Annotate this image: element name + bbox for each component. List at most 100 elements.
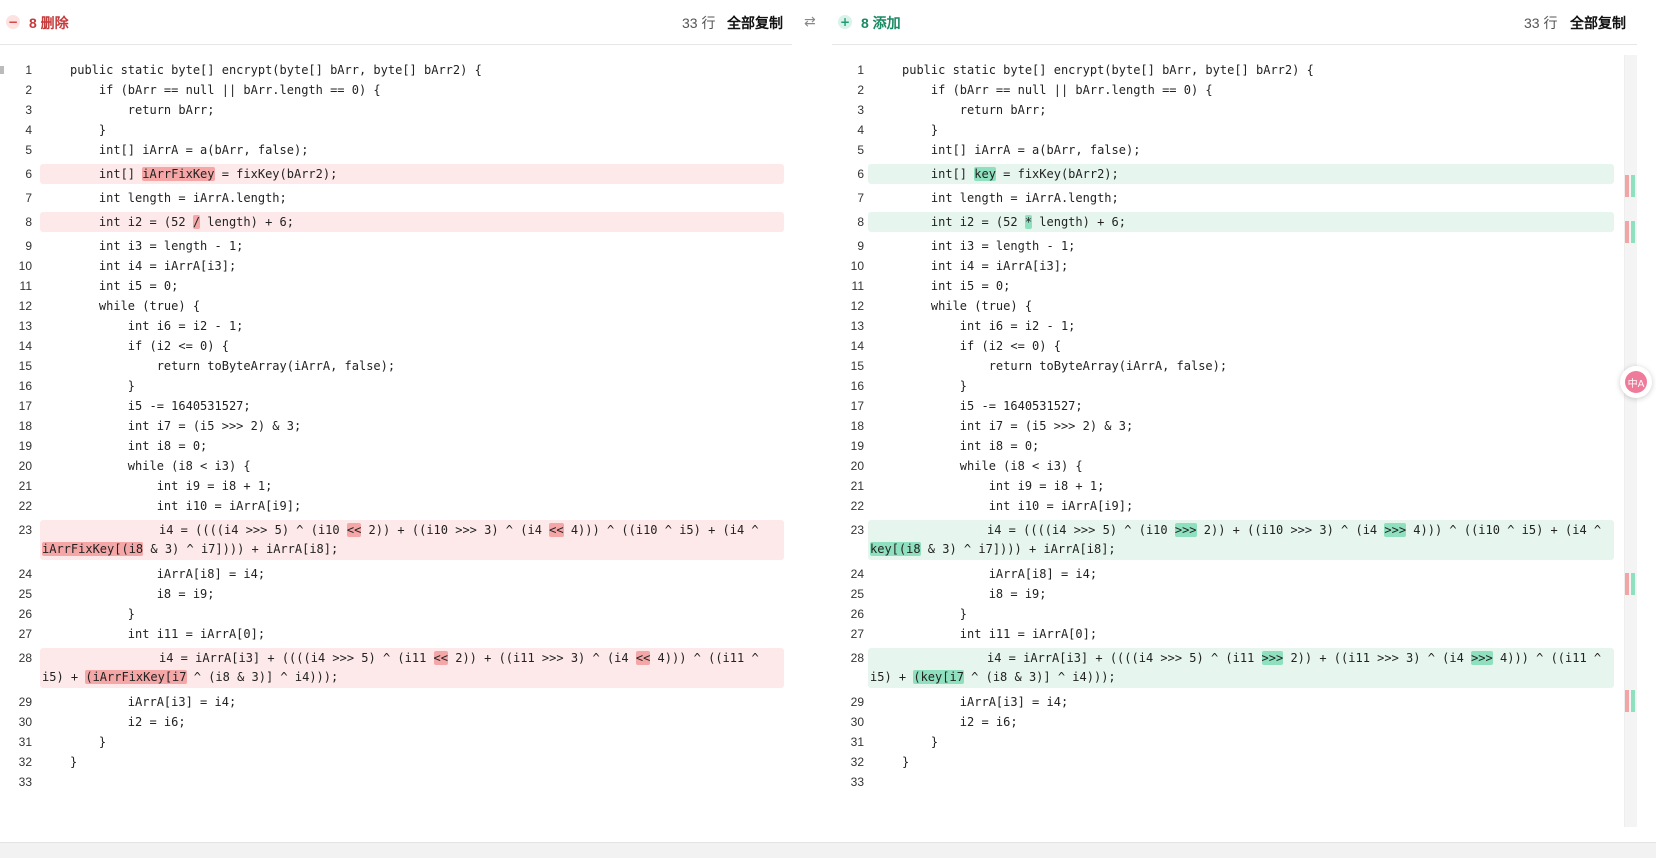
code-line: 22 int i10 = iArrA[i9];	[832, 496, 1637, 516]
code-line: 15 return toByteArray(iArrA, false);	[832, 356, 1637, 376]
translate-button[interactable]: 中A	[1620, 366, 1652, 398]
code-token: int[]	[70, 167, 143, 181]
code-text: int[] iArrFixKey = fixKey(bArr2);	[70, 164, 792, 184]
line-number: 30	[850, 715, 864, 729]
changed-token: (iArrFixKey[i7	[85, 670, 187, 684]
line-number: 22	[850, 499, 864, 513]
line-number: 20	[850, 459, 864, 473]
line-number: 2	[25, 83, 32, 97]
code-token: i4 = iArrA[i3] + ((((i4 >>> 5) ^ (i11	[987, 651, 1262, 665]
line-number: 11	[19, 279, 32, 293]
line-number: 19	[850, 439, 864, 453]
changed-line: 8 int i2 = (52 / length) + 6;	[0, 212, 792, 232]
code-text: }	[902, 123, 939, 137]
code-text: int length = iArrA.length;	[70, 191, 287, 205]
code-text: int i4 = iArrA[i3];	[902, 259, 1069, 273]
added-pane: + 8 添加 33 行 全部复制 1 public static byte[] e…	[832, 0, 1637, 842]
code-line: 20 while (i8 < i3) {	[0, 456, 792, 476]
code-line: 21 int i9 = i8 + 1;	[0, 476, 792, 496]
code-line: 31 }	[832, 732, 1637, 752]
code-text: int i8 = 0;	[902, 439, 1040, 453]
code-line: 14 if (i2 <= 0) {	[832, 336, 1637, 356]
code-line: 22 int i10 = iArrA[i9];	[0, 496, 792, 516]
code-line: 2 if (bArr == null || bArr.length == 0) …	[832, 80, 1637, 100]
code-line: 32}	[0, 752, 792, 772]
code-text: int i7 = (i5 >>> 2) & 3;	[70, 419, 302, 433]
code-line: 2 if (bArr == null || bArr.length == 0) …	[0, 80, 792, 100]
added-line-count: 33 行	[1524, 15, 1558, 31]
code-token: i4 = iArrA[i3] + ((((i4 >>> 5) ^ (i11	[159, 651, 434, 665]
code-line: 17 i5 -= 1640531527;	[0, 396, 792, 416]
line-number: 12	[850, 299, 864, 313]
code-text: int i6 = i2 - 1;	[70, 319, 244, 333]
changed-token: <<	[635, 651, 651, 665]
line-number: 20	[18, 459, 32, 473]
changed-token: *	[1024, 215, 1033, 229]
code-text: i4 = iArrA[i3] + ((((i4 >>> 5) ^ (i11 <<…	[42, 648, 792, 687]
code-line: 32}	[832, 752, 1637, 772]
code-text: iArrA[i3] = i4;	[902, 695, 1069, 709]
code-line: 19 int i8 = 0;	[0, 436, 792, 456]
code-token: i4 = ((((i4 >>> 5) ^ (i10	[159, 523, 347, 537]
code-line: 1 public static byte[] encrypt(byte[] bAr…	[832, 60, 1637, 80]
code-line: 14 if (i2 <= 0) {	[0, 336, 792, 356]
removed-line-count: 33 行	[682, 15, 716, 31]
minus-icon: −	[6, 15, 20, 29]
code-text: while (i8 < i3) {	[70, 459, 251, 473]
code-line: 5 int[] iArrA = a(bArr, false);	[0, 140, 792, 160]
code-text: if (i2 <= 0) {	[902, 339, 1061, 353]
line-number: 22	[18, 499, 32, 513]
line-number: 14	[850, 339, 864, 353]
code-token: int[]	[902, 167, 975, 181]
footer-bar	[0, 842, 1656, 858]
code-text: public static byte[] encrypt(byte[] bArr…	[902, 63, 1314, 77]
code-text: }	[70, 379, 136, 393]
line-number: 15	[18, 359, 32, 373]
code-text: i5 -= 1640531527;	[70, 399, 251, 413]
line-number: 17	[850, 399, 864, 413]
line-number: 2	[857, 83, 864, 97]
changed-token: (key[i7	[913, 670, 964, 684]
code-token: ^ (i8 & 3)] ^ i4)));	[963, 670, 1116, 684]
code-line: 24 iArrA[i8] = i4;	[832, 564, 1637, 584]
line-number: 18	[850, 419, 864, 433]
code-token: length) + 6;	[1032, 215, 1126, 229]
copy-all-removed-button[interactable]: 全部复制	[727, 13, 783, 33]
code-text: return toByteArray(iArrA, false);	[70, 359, 396, 373]
code-line: 3 return bArr;	[832, 100, 1637, 120]
code-text: i4 = iArrA[i3] + ((((i4 >>> 5) ^ (i11 >>…	[870, 648, 1637, 687]
code-token: & 3) ^ i7]))) + iArrA[i8];	[143, 542, 339, 556]
line-number: 10	[850, 259, 864, 273]
code-text: int length = iArrA.length;	[902, 191, 1119, 205]
code-text: int i3 = length - 1;	[902, 239, 1076, 253]
code-text: return toByteArray(iArrA, false);	[902, 359, 1228, 373]
swap-icon[interactable]: ⇄	[804, 14, 816, 30]
line-number: 21	[18, 479, 32, 493]
line-number: 15	[850, 359, 864, 373]
code-line: 4 }	[832, 120, 1637, 140]
code-token: 4))) ^ ((i10 ^ i5) + (i4 ^	[1406, 523, 1602, 537]
minimap-added-mark	[1631, 690, 1635, 712]
changed-line: 6 int[] iArrFixKey = fixKey(bArr2);	[0, 164, 792, 184]
code-line: 13 int i6 = i2 - 1;	[0, 316, 792, 336]
code-text: int[] key = fixKey(bArr2);	[902, 164, 1637, 184]
code-token: int i2 = (52	[70, 215, 193, 229]
line-number: 12	[18, 299, 32, 313]
added-code: 1 public static byte[] encrypt(byte[] bAr…	[832, 60, 1637, 792]
code-text: if (bArr == null || bArr.length == 0) {	[902, 83, 1213, 97]
changed-line: 8 int i2 = (52 * length) + 6;	[832, 212, 1637, 232]
line-number: 29	[850, 695, 864, 709]
changed-token: iArrFixKey	[142, 167, 215, 181]
changed-token: >>>	[1384, 523, 1407, 537]
line-number: 26	[850, 607, 864, 621]
code-text: int i5 = 0;	[902, 279, 1011, 293]
line-number: 1	[25, 63, 32, 77]
code-text: int i9 = i8 + 1;	[70, 479, 273, 493]
code-text: int i10 = iArrA[i9];	[70, 499, 302, 513]
line-number: 25	[850, 587, 864, 601]
minimap-added-mark	[1631, 175, 1635, 197]
copy-all-added-button[interactable]: 全部复制	[1570, 13, 1626, 33]
line-number: 32	[18, 755, 32, 769]
line-number: 5	[25, 143, 32, 157]
code-text: int i3 = length - 1;	[70, 239, 244, 253]
